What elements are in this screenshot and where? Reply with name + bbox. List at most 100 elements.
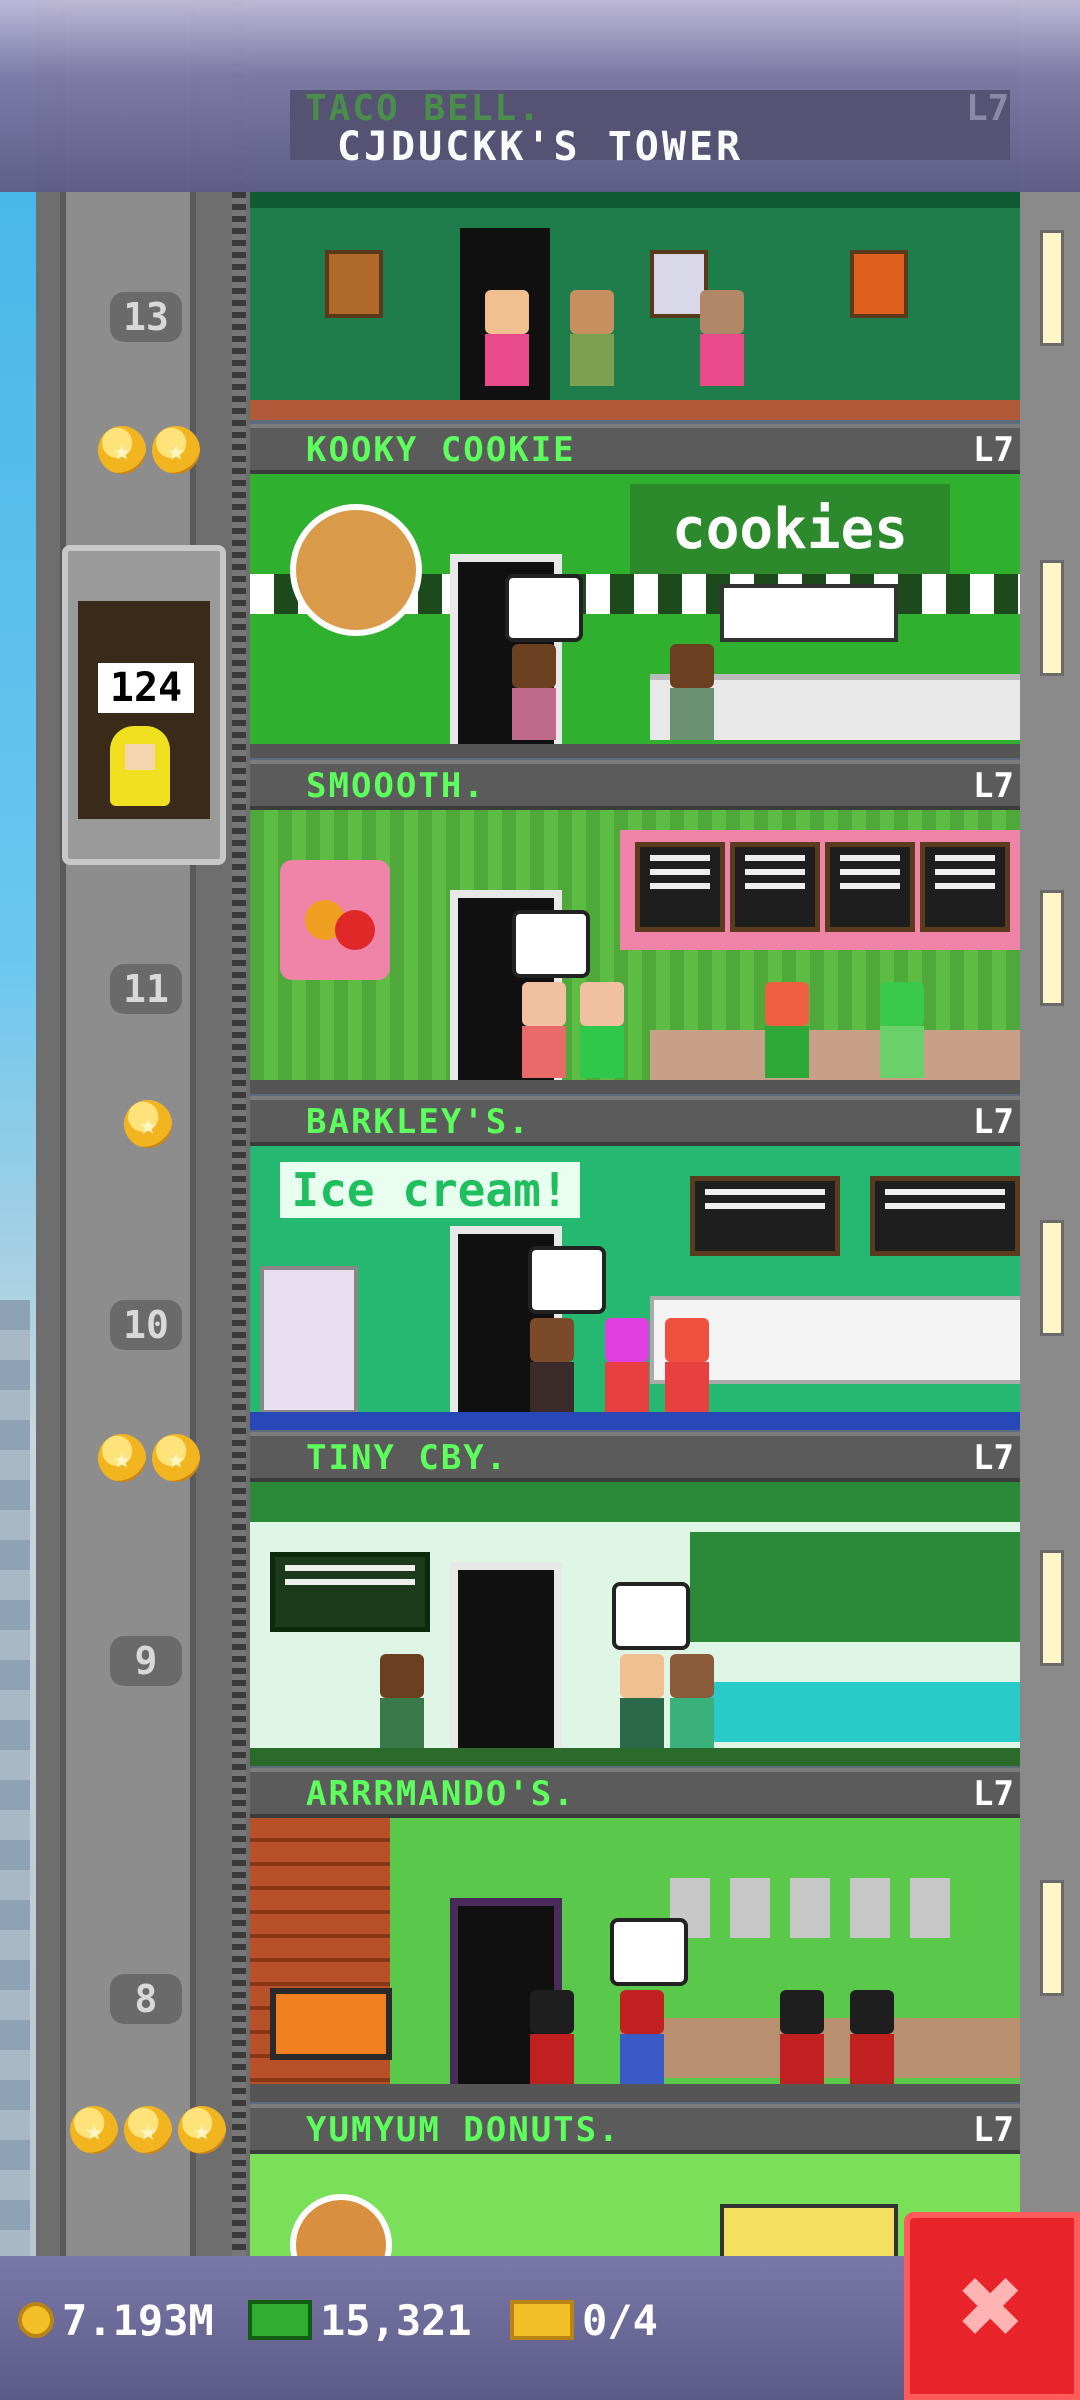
close-icon: ✖ (958, 2242, 1026, 2370)
elevator-rider-count: 124 (98, 663, 194, 713)
wall-light (1040, 890, 1064, 1006)
bux-icon (248, 2300, 312, 2340)
floor-stars[interactable]: ★ ★ ★ (70, 2106, 226, 2154)
star-icon: ★ (98, 426, 146, 474)
customer[interactable] (570, 290, 614, 386)
star-icon: ★ (70, 2106, 118, 2154)
star-icon: ★ (178, 2106, 226, 2154)
floor-name: TINY CBY. (306, 1438, 509, 1478)
coin-icon (18, 2302, 54, 2338)
menu-board (920, 842, 1010, 932)
wall-light (1040, 230, 1064, 346)
tower-title: CJDUCKK'S TOWER (336, 124, 744, 170)
shop-worker[interactable] (780, 1990, 824, 2086)
coins-value: 7.193M (62, 2295, 214, 2345)
floor-level: L7 (973, 2110, 1014, 2150)
customer[interactable] (485, 290, 529, 386)
customer[interactable] (522, 982, 566, 1078)
floor-label-bar[interactable]: YUMYUM DONUTS. L7 (250, 2104, 1020, 2154)
star-icon: ★ (152, 1434, 200, 1482)
shop-worker[interactable] (380, 1654, 424, 1750)
star-icon: ★ (98, 1434, 146, 1482)
speech-bubble (505, 574, 583, 642)
floor-name: SMOOOTH. (306, 766, 486, 806)
menu-board (870, 1176, 1020, 1256)
speech-bubble (610, 1918, 688, 1986)
customer[interactable] (620, 1654, 664, 1750)
elevator-car[interactable]: 124 (62, 545, 226, 865)
prev-floor-level: L7 (966, 88, 1010, 129)
store-sign: Ice cream! (280, 1162, 580, 1218)
store-sign: cookies (630, 484, 950, 574)
prev-floor-name: TACO BELL. (305, 88, 542, 129)
menu-board (825, 842, 915, 932)
floor-label-bar[interactable]: KOOKY COOKIE L7 (250, 424, 1020, 474)
shaft-floor-number-11: 11 (110, 964, 182, 1014)
customer[interactable] (620, 1990, 664, 2086)
star-icon: ★ (124, 2106, 172, 2154)
close-button[interactable]: ✖ (904, 2212, 1080, 2400)
floor-label-bar[interactable]: ARRRMANDO'S. L7 (250, 1768, 1020, 1818)
bux-value: 15,321 (320, 2295, 472, 2345)
floor-name: YUMYUM DONUTS. (306, 2110, 621, 2150)
floor-stars[interactable]: ★ ★ (98, 426, 200, 474)
shaft-floor-number-9: 9 (110, 1636, 182, 1686)
tower-header: TACO BELL. L7 CJDUCKK'S TOWER (0, 0, 1080, 192)
floor-tiny-cby[interactable] (250, 1482, 1020, 1766)
menu-board (690, 1176, 840, 1256)
customer[interactable] (512, 644, 556, 740)
floor-level: L7 (973, 1102, 1014, 1142)
speech-bubble (612, 1582, 690, 1650)
floor-kooky-cookie[interactable]: cookies (250, 474, 1020, 758)
shop-worker[interactable] (880, 982, 924, 1078)
floor-level: L7 (973, 1438, 1014, 1478)
speech-bubble (528, 1246, 606, 1314)
customer[interactable] (530, 1990, 574, 2086)
customer[interactable] (665, 1318, 709, 1414)
floor-level: L7 (973, 430, 1014, 470)
star-icon: ★ (152, 426, 200, 474)
shaft-floor-number-10: 10 (110, 1300, 182, 1350)
shaft-ladder (232, 0, 246, 2400)
wall-light (1040, 560, 1064, 676)
floor-stars[interactable]: ★ (124, 1100, 172, 1148)
vip-stat[interactable]: 0/4 (510, 2290, 658, 2350)
shop-worker[interactable] (765, 982, 809, 1078)
customer[interactable] (530, 1318, 574, 1414)
floor-label-bar[interactable]: BARKLEY'S. L7 (250, 1096, 1020, 1146)
speech-bubble (512, 910, 590, 978)
tower-right-wall (1020, 0, 1080, 2400)
vip-ticket-icon (510, 2300, 574, 2340)
star-icon: ★ (124, 1100, 172, 1148)
shop-worker[interactable] (850, 1990, 894, 2086)
menu-board (730, 842, 820, 932)
floor-arrrmandos[interactable] (250, 1818, 1020, 2102)
vip-value: 0/4 (582, 2295, 658, 2345)
floor-label-bar[interactable]: TINY CBY. L7 (250, 1432, 1020, 1482)
shaft-floor-number-13: 13 (110, 292, 182, 342)
bux-stat[interactable]: 15,321 (248, 2290, 472, 2350)
floor-barkleys[interactable]: Ice cream! (250, 1146, 1020, 1430)
customer[interactable] (700, 290, 744, 386)
customer[interactable] (580, 982, 624, 1078)
shop-door (450, 1562, 562, 1766)
menu-board (635, 842, 725, 932)
wall-light (1040, 1550, 1064, 1666)
elevator-shaft-inner (60, 0, 196, 2400)
floor-taco-bell[interactable] (250, 190, 1020, 420)
elevator-rider (110, 726, 170, 806)
floor-label-bar[interactable]: SMOOOTH. L7 (250, 760, 1020, 810)
customer[interactable] (605, 1318, 649, 1414)
city-skyline (0, 1300, 30, 2400)
floor-name: KOOKY COOKIE (306, 430, 576, 470)
floor-level: L7 (973, 1774, 1014, 1814)
wall-light (1040, 1880, 1064, 1996)
customer[interactable] (670, 1654, 714, 1750)
menu-board (270, 1552, 430, 1632)
floor-smoooth[interactable] (250, 810, 1020, 1094)
floor-level: L7 (973, 766, 1014, 806)
wall-light (1040, 1220, 1064, 1336)
shop-worker[interactable] (670, 644, 714, 740)
floor-stars[interactable]: ★ ★ (98, 1434, 200, 1482)
coins-stat[interactable]: 7.193M (18, 2290, 214, 2350)
